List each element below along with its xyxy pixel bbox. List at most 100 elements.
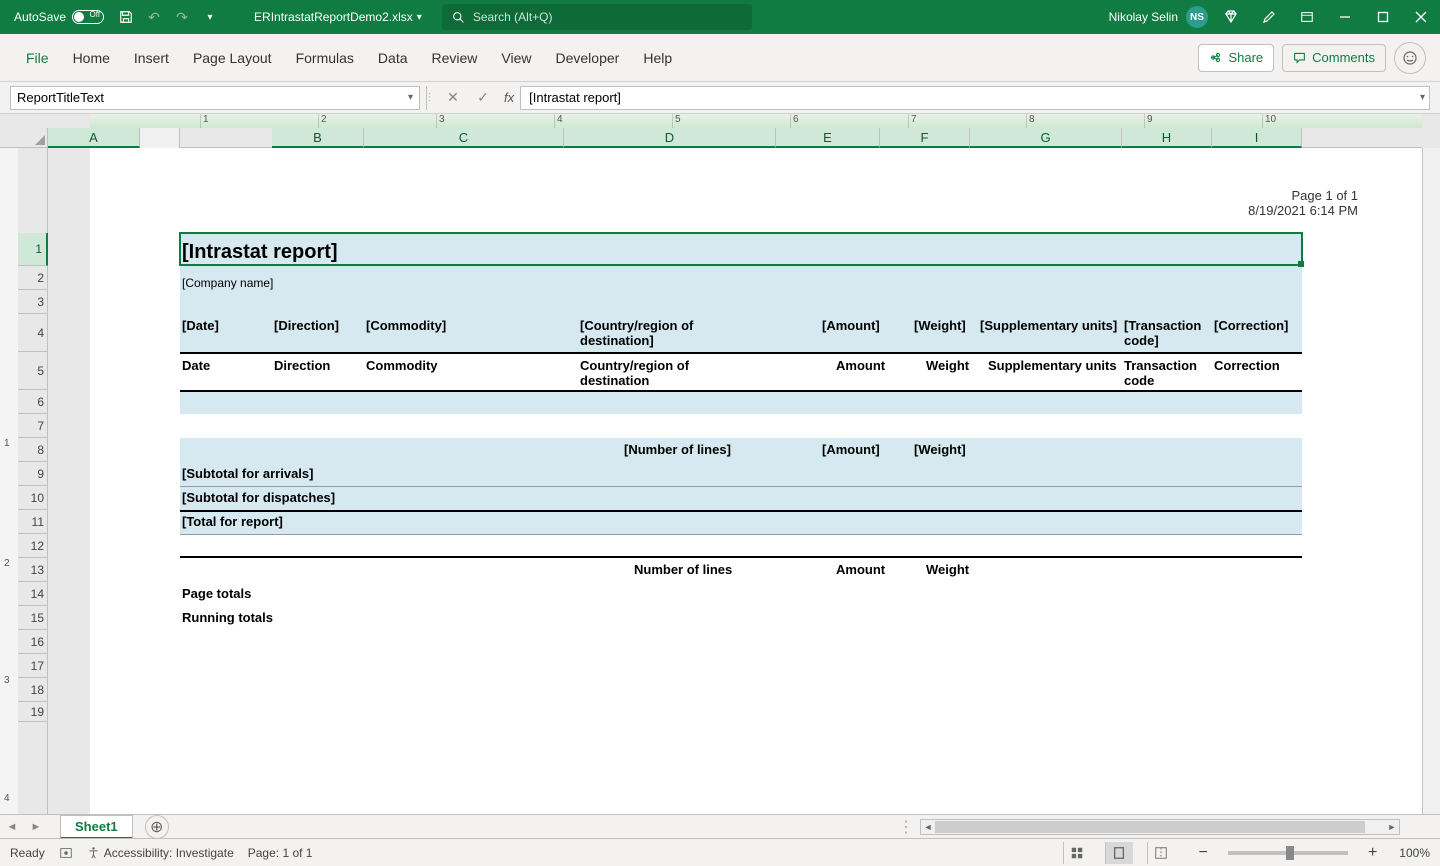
redo-icon[interactable]: ↷ <box>168 3 196 31</box>
row-header-1[interactable]: 1 <box>18 233 48 266</box>
col-header-c[interactable]: C <box>364 128 564 148</box>
row-header-11[interactable]: 11 <box>18 510 48 534</box>
splitter-grip-icon[interactable]: ⋮ <box>898 817 914 837</box>
cell-hdr-direction[interactable]: Direction <box>274 358 330 373</box>
cell-hdr-weight[interactable]: Weight <box>926 358 969 373</box>
cell-hdr-corr-tmpl[interactable]: [Correction] <box>1214 318 1288 333</box>
chevron-down-icon[interactable]: ▾ <box>408 92 413 103</box>
cell-hdr-country-tmpl[interactable]: [Country/region of destination] <box>580 318 730 348</box>
cell-hdr-direction-tmpl[interactable]: [Direction] <box>274 318 339 333</box>
enter-formula-icon[interactable]: ✓ <box>468 86 498 110</box>
scroll-left-icon[interactable]: ◄ <box>921 820 935 834</box>
add-sheet-icon[interactable]: ⊕ <box>145 815 169 839</box>
row-header-12[interactable]: 12 <box>18 534 48 558</box>
col-header-a[interactable]: A <box>48 128 140 148</box>
zoom-out-icon[interactable]: − <box>1199 844 1208 862</box>
document-title[interactable]: ERIntrastatReportDemo2.xlsx ▾ <box>254 10 422 24</box>
row-header-13[interactable]: 13 <box>18 558 48 582</box>
tab-home[interactable]: Home <box>61 34 122 82</box>
qat-customize-icon[interactable]: ▾ <box>196 3 224 31</box>
cell-canvas[interactable]: Page 1 of 1 8/19/2021 6:14 PM [Intrastat… <box>48 148 1422 818</box>
cell-num-lines-tmpl[interactable]: [Number of lines] <box>624 442 731 457</box>
feedback-icon[interactable] <box>1394 42 1426 74</box>
tab-help[interactable]: Help <box>631 34 684 82</box>
macro-record-icon[interactable] <box>59 846 73 860</box>
cell-hdr-supp-tmpl[interactable]: [Supplementary units] <box>980 318 1117 333</box>
row-header-19[interactable]: 19 <box>18 702 48 722</box>
sheet-tab-active[interactable]: Sheet1 <box>60 815 133 839</box>
pencil-icon[interactable] <box>1250 0 1288 34</box>
cell-hdr-amount-tmpl[interactable]: [Amount] <box>822 318 880 333</box>
tab-formulas[interactable]: Formulas <box>284 34 366 82</box>
row-header-3[interactable]: 3 <box>18 290 48 314</box>
cell-report-title[interactable]: [Intrastat report] <box>182 241 338 264</box>
cell-hdr-amount[interactable]: Amount <box>836 358 885 373</box>
vertical-scrollbar[interactable] <box>1422 148 1440 818</box>
row-header-9[interactable]: 9 <box>18 462 48 486</box>
cell-num-lines[interactable]: Number of lines <box>634 562 732 577</box>
row-header-14[interactable]: 14 <box>18 582 48 606</box>
zoom-level[interactable]: 100% <box>1399 846 1430 860</box>
row-header-15[interactable]: 15 <box>18 606 48 630</box>
zoom-slider[interactable] <box>1228 851 1348 855</box>
cell-hdr-date[interactable]: Date <box>182 358 210 373</box>
cell-hdr-corr[interactable]: Correction <box>1214 358 1280 373</box>
row-header-17[interactable]: 17 <box>18 654 48 678</box>
tab-nav-prev-icon[interactable]: ◄ <box>0 815 24 839</box>
col-header-e[interactable]: E <box>776 128 880 148</box>
search-input[interactable] <box>473 10 742 24</box>
close-icon[interactable] <box>1402 0 1440 34</box>
cell-total-report[interactable]: [Total for report] <box>182 514 283 529</box>
row-header-8[interactable]: 8 <box>18 438 48 462</box>
zoom-thumb[interactable] <box>1286 846 1294 860</box>
undo-icon[interactable]: ↶ <box>140 3 168 31</box>
autosave-control[interactable]: AutoSave Off <box>0 10 112 24</box>
row-header-5[interactable]: 5 <box>18 352 48 390</box>
cell-hdr-weight-tmpl[interactable]: [Weight] <box>914 318 966 333</box>
cell-hdr-commodity[interactable]: Commodity <box>366 358 438 373</box>
cell-weight-tmpl[interactable]: [Weight] <box>914 442 966 457</box>
select-all-button[interactable] <box>0 128 48 148</box>
formula-input[interactable]: [Intrastat report] ▾ <box>520 86 1430 110</box>
col-header-b[interactable]: B <box>272 128 364 148</box>
maximize-icon[interactable] <box>1364 0 1402 34</box>
autosave-toggle-icon[interactable]: Off <box>72 10 104 24</box>
scroll-right-icon[interactable]: ► <box>1385 820 1399 834</box>
fx-label[interactable]: fx <box>504 90 514 105</box>
cell-hdr-txn[interactable]: Transaction code <box>1124 358 1214 388</box>
cell-hdr-commodity-tmpl[interactable]: [Commodity] <box>366 318 446 333</box>
tab-file[interactable]: File <box>14 34 61 82</box>
cell-hdr-date-tmpl[interactable]: [Date] <box>182 318 219 333</box>
share-button[interactable]: Share <box>1198 44 1274 72</box>
cell-page-totals[interactable]: Page totals <box>182 586 251 601</box>
accessibility-status[interactable]: Accessibility: Investigate <box>87 846 234 860</box>
col-header-h[interactable]: H <box>1122 128 1212 148</box>
tab-review[interactable]: Review <box>420 34 490 82</box>
col-header-f[interactable]: F <box>880 128 970 148</box>
row-header-10[interactable]: 10 <box>18 486 48 510</box>
view-normal-icon[interactable] <box>1063 842 1091 864</box>
chevron-down-icon[interactable]: ▾ <box>1420 92 1425 103</box>
scroll-thumb[interactable] <box>935 821 1365 833</box>
row-header-2[interactable]: 2 <box>18 266 48 290</box>
comments-button[interactable]: Comments <box>1282 44 1386 72</box>
row-header-7[interactable]: 7 <box>18 414 48 438</box>
cell-subtotal-arrivals[interactable]: [Subtotal for arrivals] <box>182 466 313 481</box>
name-box[interactable]: ReportTitleText ▾ <box>10 86 420 110</box>
row-header-4[interactable]: 4 <box>18 314 48 352</box>
cell-running-totals[interactable]: Running totals <box>182 610 273 625</box>
tab-developer[interactable]: Developer <box>544 34 632 82</box>
minimize-icon[interactable] <box>1326 0 1364 34</box>
zoom-in-icon[interactable]: + <box>1368 844 1377 862</box>
save-icon[interactable] <box>112 3 140 31</box>
view-page-layout-icon[interactable] <box>1105 842 1133 864</box>
search-box[interactable] <box>442 4 752 30</box>
tab-page-layout[interactable]: Page Layout <box>181 34 284 82</box>
col-header-d[interactable]: D <box>564 128 776 148</box>
cancel-formula-icon[interactable]: ✕ <box>438 86 468 110</box>
view-page-break-icon[interactable] <box>1147 842 1175 864</box>
col-header-i[interactable]: I <box>1212 128 1302 148</box>
tab-insert[interactable]: Insert <box>122 34 181 82</box>
cell-hdr-supp[interactable]: Supplementary units <box>988 358 1117 373</box>
cell-company-name[interactable]: [Company name] <box>182 276 273 290</box>
